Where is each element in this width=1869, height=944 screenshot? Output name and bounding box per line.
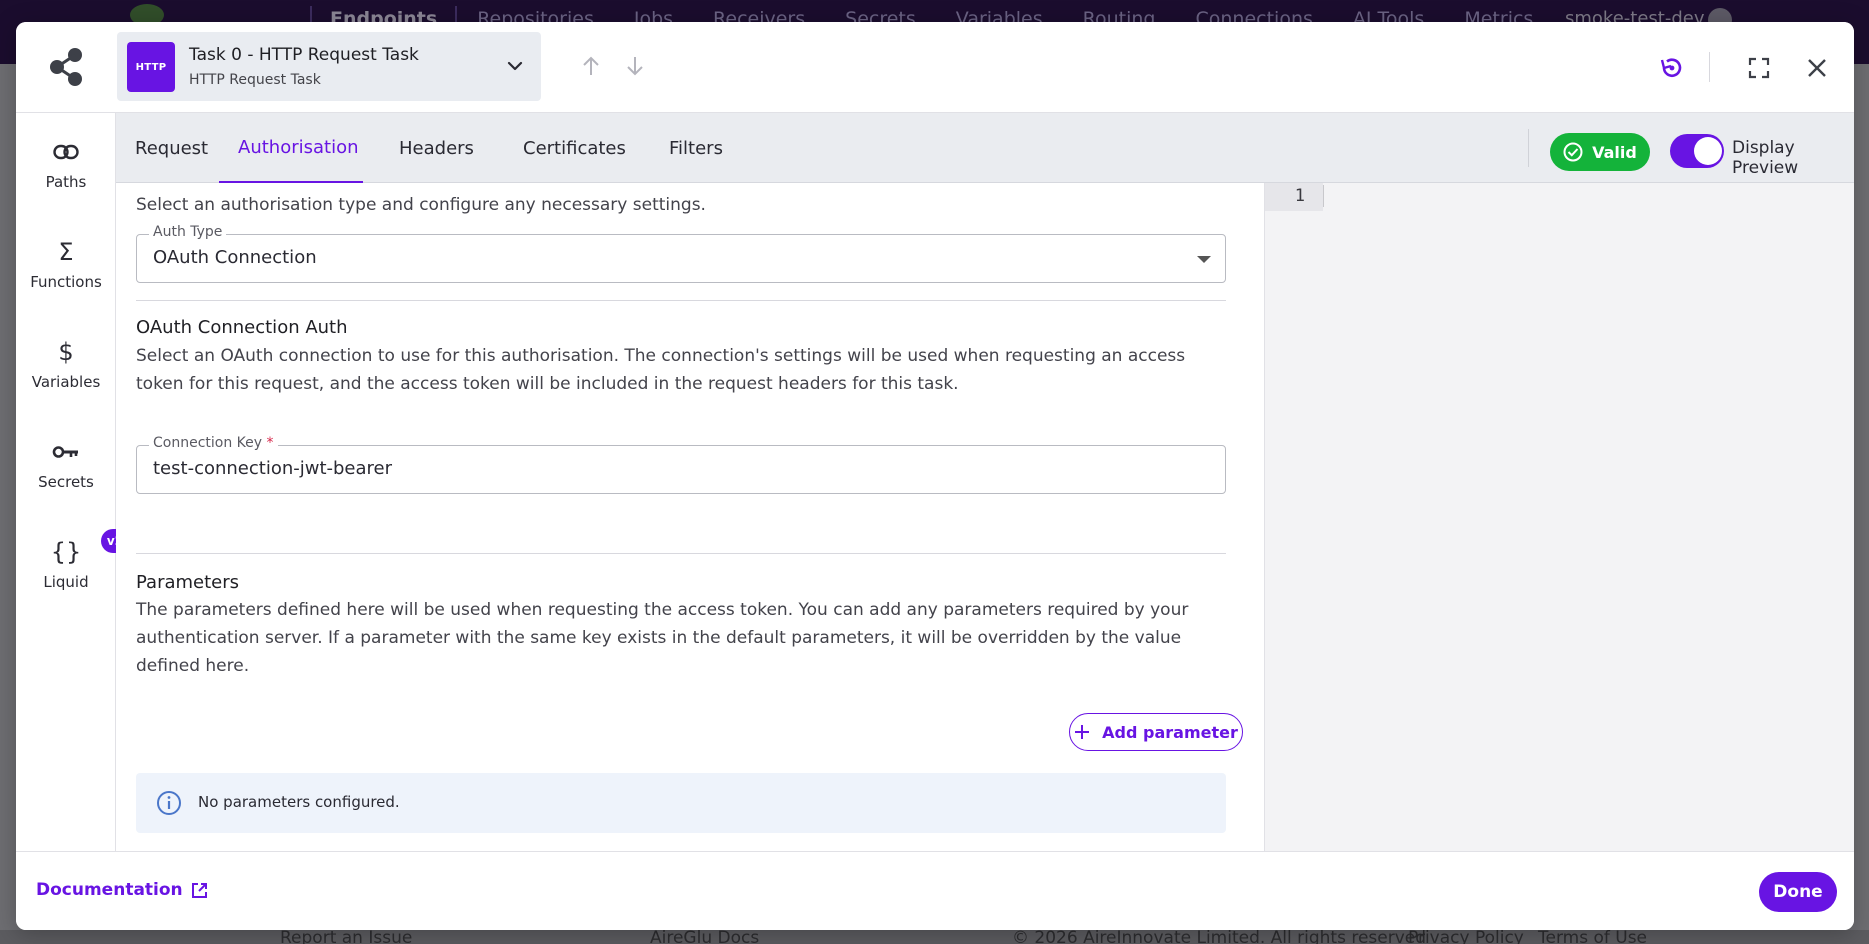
rail-item-label: Variables <box>31 373 101 391</box>
history-icon[interactable] <box>1659 55 1685 81</box>
tabbar-divider <box>1528 129 1529 167</box>
background-footer: Report an Issue AireGlu Docs © 2026 Aire… <box>0 928 1869 944</box>
authorisation-panel: Select an authorisation type and configu… <box>116 183 1264 851</box>
background-footer-text: © 2026 AireInnovate Limited. All rights … <box>1012 928 1427 944</box>
done-button[interactable]: Done <box>1759 872 1837 912</box>
tab-request[interactable]: Request <box>116 113 227 183</box>
auth-intro-text: Select an authorisation type and configu… <box>136 195 706 215</box>
http-task-icon: HTTP <box>127 42 175 92</box>
auth-type-label: Auth Type <box>149 224 227 240</box>
plus-icon <box>1075 725 1090 739</box>
parameters-section-description: The parameters defined here will be used… <box>136 600 1189 676</box>
add-parameter-label: Add parameter <box>1102 722 1238 742</box>
line-number-gutter: 1 <box>1265 183 1323 211</box>
background-footer-link: Privacy Policy <box>1408 928 1524 944</box>
documentation-link[interactable]: Documentation <box>36 880 208 900</box>
tab-bar: Request Authorisation Headers Certificat… <box>116 113 1854 183</box>
dollar-icon: $ <box>58 338 74 366</box>
task-selector[interactable]: HTTP Task 0 - HTTP Request Task HTTP Req… <box>117 32 541 101</box>
chevron-down-icon[interactable] <box>505 56 525 76</box>
rail-item-label: Secrets <box>38 473 94 491</box>
braces-icon: {} v2 <box>51 529 129 567</box>
rail-item-label: Paths <box>45 173 87 191</box>
auth-type-select[interactable]: Auth Type OAuth Connection <box>136 224 1226 283</box>
share-icon[interactable] <box>49 47 83 87</box>
background-footer-link: AireGlu Docs <box>650 928 760 944</box>
fullscreen-icon[interactable] <box>1746 55 1772 81</box>
tab-certificates[interactable]: Certificates <box>504 113 645 183</box>
modal-header: HTTP Task 0 - HTTP Request Task HTTP Req… <box>16 22 1854 113</box>
tab-authorisation[interactable]: Authorisation <box>219 113 363 183</box>
task-editor-modal: HTTP Task 0 - HTTP Request Task HTTP Req… <box>16 22 1854 930</box>
toggle-knob <box>1694 137 1722 165</box>
oauth-section-description: Select an OAuth connection to use for th… <box>136 346 1186 394</box>
rail-item-label: Functions <box>30 273 102 291</box>
parameters-section-title: Parameters <box>136 572 240 593</box>
task-title: Task 0 - HTTP Request Task <box>189 45 419 65</box>
rail-item-variables[interactable]: $ Variables <box>16 337 116 407</box>
link-icon <box>51 137 81 167</box>
dropdown-caret-icon <box>1197 256 1211 263</box>
task-subtitle: HTTP Request Task <box>189 72 321 88</box>
valid-status-badge[interactable]: Valid <box>1550 133 1650 171</box>
divider <box>136 553 1226 554</box>
move-down-arrow-icon[interactable] <box>625 55 645 77</box>
required-asterisk: * <box>266 435 274 451</box>
connection-key-value: test-connection-jwt-bearer <box>153 458 393 479</box>
no-parameters-alert: No parameters configured. <box>136 773 1226 833</box>
key-icon <box>51 437 81 467</box>
divider <box>136 300 1226 301</box>
documentation-label: Documentation <box>36 880 183 900</box>
background-footer-link: Report an Issue <box>280 928 413 944</box>
display-preview-label: Display Preview <box>1732 138 1799 178</box>
rail-item-paths[interactable]: Paths <box>16 137 116 207</box>
left-rail: Paths Σ Functions $ Variables Secrets {}… <box>16 113 129 851</box>
preview-editor[interactable]: 1 <box>1264 183 1854 851</box>
connection-key-field[interactable]: Connection Key * test-connection-jwt-bea… <box>136 435 1226 494</box>
move-up-arrow-icon[interactable] <box>581 55 601 77</box>
rail-item-functions[interactable]: Σ Functions <box>16 237 116 307</box>
check-circle-icon <box>1563 142 1583 162</box>
info-icon <box>157 791 181 815</box>
oauth-section-title: OAuth Connection Auth <box>136 317 348 338</box>
background-footer-link: Terms of Use <box>1538 928 1648 944</box>
header-divider <box>1709 52 1710 82</box>
no-parameters-text: No parameters configured. <box>198 793 400 811</box>
text-cursor <box>1323 185 1324 207</box>
rail-item-secrets[interactable]: Secrets <box>16 437 116 507</box>
external-link-icon <box>191 882 207 898</box>
add-parameter-button[interactable]: Add parameter <box>1069 713 1243 751</box>
connection-key-label: Connection Key * <box>149 435 278 451</box>
sigma-icon: Σ <box>58 238 74 266</box>
tab-filters[interactable]: Filters <box>650 113 742 183</box>
auth-type-value: OAuth Connection <box>153 247 317 268</box>
valid-label: Valid <box>1592 142 1637 162</box>
rail-item-liquid[interactable]: {} v2 Liquid <box>16 529 129 607</box>
tab-headers[interactable]: Headers <box>380 113 493 183</box>
rail-item-label: Liquid <box>43 573 89 591</box>
display-preview-toggle[interactable] <box>1670 134 1724 168</box>
close-icon[interactable] <box>1804 55 1830 81</box>
modal-footer: Documentation Done <box>16 851 1854 930</box>
line-number: 1 <box>1294 186 1305 206</box>
